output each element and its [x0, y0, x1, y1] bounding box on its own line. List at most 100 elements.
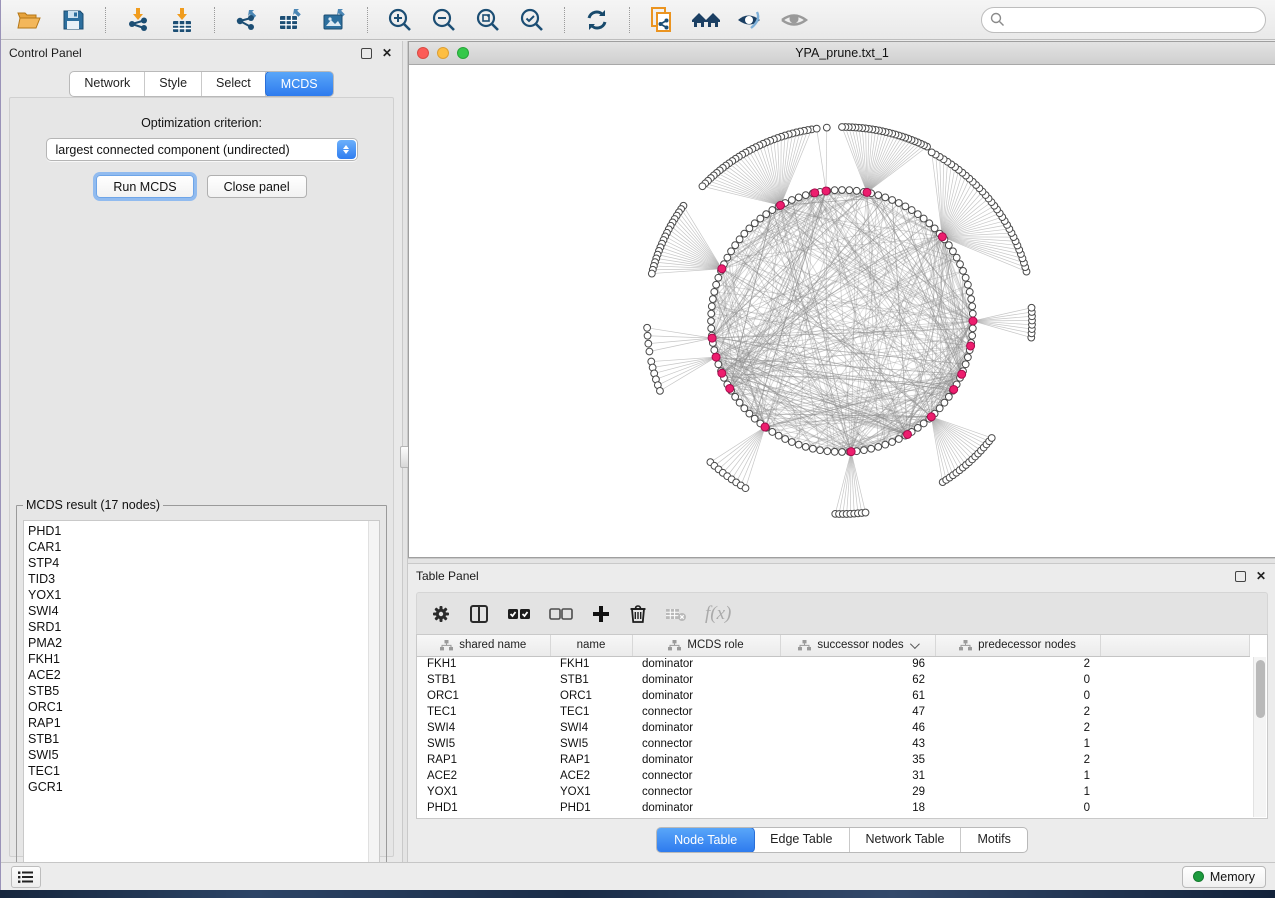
network-node[interactable]	[708, 310, 715, 317]
network-node[interactable]	[644, 324, 651, 331]
mcds-node[interactable]	[776, 201, 784, 209]
cell-role[interactable]: connector	[632, 704, 780, 720]
cell-name[interactable]: ACE2	[550, 768, 632, 784]
network-node[interactable]	[1028, 304, 1035, 311]
network-node[interactable]	[795, 194, 802, 201]
network-canvas[interactable]	[409, 65, 1275, 557]
result-list-scrollbar[interactable]	[368, 521, 379, 862]
cell-name[interactable]: RAP1	[550, 752, 632, 768]
network-node[interactable]	[732, 393, 739, 400]
float-panel-icon[interactable]	[361, 48, 372, 59]
network-node[interactable]	[969, 325, 976, 332]
mcds-result-item[interactable]: FKH1	[28, 651, 379, 667]
mcds-result-item[interactable]: CAR1	[28, 539, 379, 555]
mcds-result-item[interactable]: GCR1	[28, 779, 379, 795]
network-node[interactable]	[969, 303, 976, 310]
cell-predecessors[interactable]: 1	[935, 768, 1100, 784]
network-node[interactable]	[846, 187, 853, 194]
network-node[interactable]	[962, 361, 969, 368]
cell-role[interactable]: connector	[632, 768, 780, 784]
network-node[interactable]	[751, 220, 758, 227]
export-network-icon[interactable]	[229, 4, 265, 36]
network-node[interactable]	[895, 436, 902, 443]
cell-predecessors[interactable]: 0	[935, 672, 1100, 688]
network-node[interactable]	[839, 449, 846, 456]
cell-predecessors[interactable]: 1	[935, 784, 1100, 800]
network-node[interactable]	[920, 420, 927, 427]
network-node[interactable]	[741, 405, 748, 412]
network-node[interactable]	[908, 207, 915, 214]
network-node[interactable]	[953, 254, 960, 261]
mcds-result-item[interactable]: STB5	[28, 683, 379, 699]
mcds-result-item[interactable]: SWI5	[28, 747, 379, 763]
scrollbar-thumb[interactable]	[1256, 660, 1265, 718]
duplicate-network-icon[interactable]	[644, 4, 680, 36]
network-node[interactable]	[868, 445, 875, 452]
mcds-node[interactable]	[927, 413, 935, 421]
network-node[interactable]	[889, 439, 896, 446]
network-node[interactable]	[853, 187, 860, 194]
cell-shared_name[interactable]: PHD1	[417, 800, 550, 816]
network-node[interactable]	[709, 296, 716, 303]
import-network-icon[interactable]	[120, 4, 156, 36]
network-graph[interactable]	[409, 65, 1275, 557]
mcds-node[interactable]	[761, 423, 769, 431]
cell-predecessors[interactable]: 0	[935, 800, 1100, 816]
cell-name[interactable]: STB1	[550, 672, 632, 688]
network-node[interactable]	[962, 274, 969, 281]
zoom-selected-icon[interactable]	[514, 4, 550, 36]
cell-role[interactable]: dominator	[632, 720, 780, 736]
network-node[interactable]	[746, 225, 753, 232]
column-header-shared-name[interactable]: shared name	[417, 635, 550, 656]
cell-successors[interactable]: 31	[780, 768, 935, 784]
column-header-name[interactable]: name	[550, 635, 632, 656]
network-node[interactable]	[882, 194, 889, 201]
network-node[interactable]	[715, 361, 722, 368]
cell-name[interactable]: SWI5	[550, 736, 632, 752]
network-node[interactable]	[941, 399, 948, 406]
cell-predecessors[interactable]: 2	[935, 656, 1100, 672]
cell-predecessors[interactable]: 0	[935, 688, 1100, 704]
mcds-node[interactable]	[967, 342, 975, 350]
network-node[interactable]	[920, 215, 927, 222]
cell-successors[interactable]: 46	[780, 720, 935, 736]
cell-predecessors[interactable]: 2	[935, 704, 1100, 720]
mcds-result-list[interactable]: PHD1CAR1STP4TID3YOX1SWI4SRD1PMA2FKH1ACE2…	[23, 520, 380, 863]
network-node[interactable]	[988, 435, 995, 442]
table-row[interactable]: FKH1FKH1dominator962	[417, 656, 1249, 672]
network-node[interactable]	[711, 347, 718, 354]
cell-shared_name[interactable]: YOX1	[417, 784, 550, 800]
first-neighbors-icon[interactable]	[688, 4, 724, 36]
network-node[interactable]	[936, 405, 943, 412]
zoom-fit-icon[interactable]	[470, 4, 506, 36]
network-node[interactable]	[831, 187, 838, 194]
gear-icon[interactable]	[431, 604, 451, 624]
network-node[interactable]	[813, 125, 820, 132]
mcds-result-item[interactable]: STP4	[28, 555, 379, 571]
import-table-icon[interactable]	[164, 4, 200, 36]
network-node[interactable]	[957, 261, 964, 268]
network-node[interactable]	[928, 149, 935, 156]
network-node[interactable]	[831, 448, 838, 455]
network-node[interactable]	[746, 410, 753, 417]
cell-successors[interactable]: 47	[780, 704, 935, 720]
mcds-node[interactable]	[708, 334, 716, 342]
network-node[interactable]	[895, 200, 902, 207]
show-all-icon[interactable]	[776, 4, 812, 36]
network-node[interactable]	[732, 242, 739, 249]
network-node[interactable]	[889, 197, 896, 204]
search-input[interactable]	[981, 7, 1266, 33]
mcds-result-item[interactable]: TID3	[28, 571, 379, 587]
network-node[interactable]	[960, 267, 967, 274]
network-node[interactable]	[708, 325, 715, 332]
network-node[interactable]	[708, 303, 715, 310]
run-mcds-button[interactable]: Run MCDS	[96, 175, 193, 198]
network-node[interactable]	[839, 187, 846, 194]
network-node[interactable]	[648, 270, 655, 277]
network-node[interactable]	[950, 248, 957, 255]
tab-node-table[interactable]: Node Table	[656, 827, 755, 853]
cell-name[interactable]: YOX1	[550, 784, 632, 800]
mcds-node[interactable]	[718, 369, 726, 377]
network-node[interactable]	[715, 274, 722, 281]
network-node[interactable]	[968, 296, 975, 303]
